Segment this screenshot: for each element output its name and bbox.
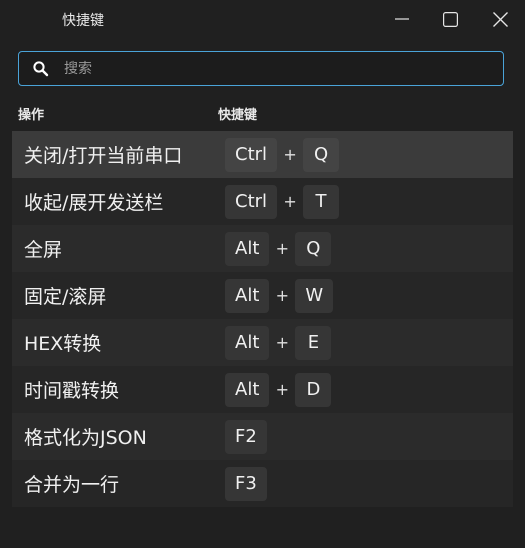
shortcut-keys: Alt + D	[225, 372, 332, 407]
search-input[interactable]	[62, 52, 503, 85]
shortcut-action-label: 全屏	[24, 239, 63, 261]
key-cap: W	[295, 278, 334, 313]
plus-sign: +	[283, 145, 297, 164]
plus-sign: +	[275, 380, 290, 399]
key-cap: Ctrl	[225, 137, 278, 172]
shortcut-keys: Ctrl + T	[225, 184, 340, 219]
search-box[interactable]	[18, 51, 504, 86]
shortcut-action-label: 合并为一行	[24, 474, 120, 496]
shortcut-keys: Ctrl + Q	[225, 137, 340, 172]
plus-sign: +	[275, 286, 290, 305]
shortcut-row[interactable]: HEX转换 Alt + E	[12, 319, 513, 366]
key-cap: T	[303, 184, 340, 219]
maximize-button[interactable]	[427, 0, 473, 38]
shortcut-row[interactable]: 收起/展开发送栏 Ctrl + T	[12, 178, 513, 225]
header-action: 操作	[18, 108, 45, 123]
close-button[interactable]	[477, 0, 523, 38]
shortcut-action-label: 固定/滚屏	[24, 286, 107, 308]
shortcut-keys: Alt + E	[225, 325, 332, 360]
shortcut-row[interactable]: 时间戳转换 Alt + D	[12, 366, 513, 413]
shortcut-keys: F3	[225, 466, 267, 501]
shortcut-row[interactable]: 关闭/打开当前串口 Ctrl + Q	[12, 131, 513, 178]
shortcut-keys: F2	[225, 419, 267, 454]
plus-sign: +	[275, 333, 290, 352]
shortcut-action-label: 格式化为JSON	[24, 427, 147, 449]
shortcut-row[interactable]: 固定/滚屏 Alt + W	[12, 272, 513, 319]
key-cap: E	[295, 325, 332, 360]
shortcut-keys: Alt + Q	[225, 231, 332, 266]
key-cap: Q	[303, 137, 340, 172]
shortcut-action-label: 时间戳转换	[24, 380, 120, 402]
maximize-icon	[442, 11, 458, 27]
close-icon	[492, 11, 508, 27]
key-cap: Alt	[225, 278, 270, 313]
key-cap: Alt	[225, 325, 270, 360]
table-header: 操作 快捷键	[0, 104, 525, 124]
key-cap: Alt	[225, 231, 270, 266]
key-cap: F2	[225, 419, 267, 454]
shortcut-keys: Alt + W	[225, 278, 334, 313]
shortcut-action-label: 收起/展开发送栏	[24, 192, 164, 214]
key-cap: Ctrl	[225, 184, 278, 219]
shortcut-row[interactable]: 全屏 Alt + Q	[12, 225, 513, 272]
key-cap: F3	[225, 466, 267, 501]
key-cap: D	[295, 372, 332, 407]
shortcut-action-label: 关闭/打开当前串口	[24, 145, 183, 167]
minimize-button[interactable]	[379, 0, 425, 38]
shortcut-list: 关闭/打开当前串口 Ctrl + Q 收起/展开发送栏 Ctrl + T 全屏 Alt + Q 固定/滚…	[12, 131, 513, 507]
search-icon	[33, 60, 49, 76]
shortcut-row[interactable]: 格式化为JSON F2	[12, 413, 513, 460]
window-title: 快捷键	[62, 13, 104, 29]
plus-sign: +	[283, 192, 297, 211]
minimize-icon	[395, 18, 409, 20]
title-bar: 快捷键	[0, 0, 525, 38]
shortcut-row[interactable]: 合并为一行 F3	[12, 460, 513, 507]
header-shortcut: 快捷键	[218, 108, 258, 123]
plus-sign: +	[275, 239, 290, 258]
shortcut-action-label: HEX转换	[24, 333, 102, 355]
key-cap: Q	[295, 231, 332, 266]
key-cap: Alt	[225, 372, 270, 407]
